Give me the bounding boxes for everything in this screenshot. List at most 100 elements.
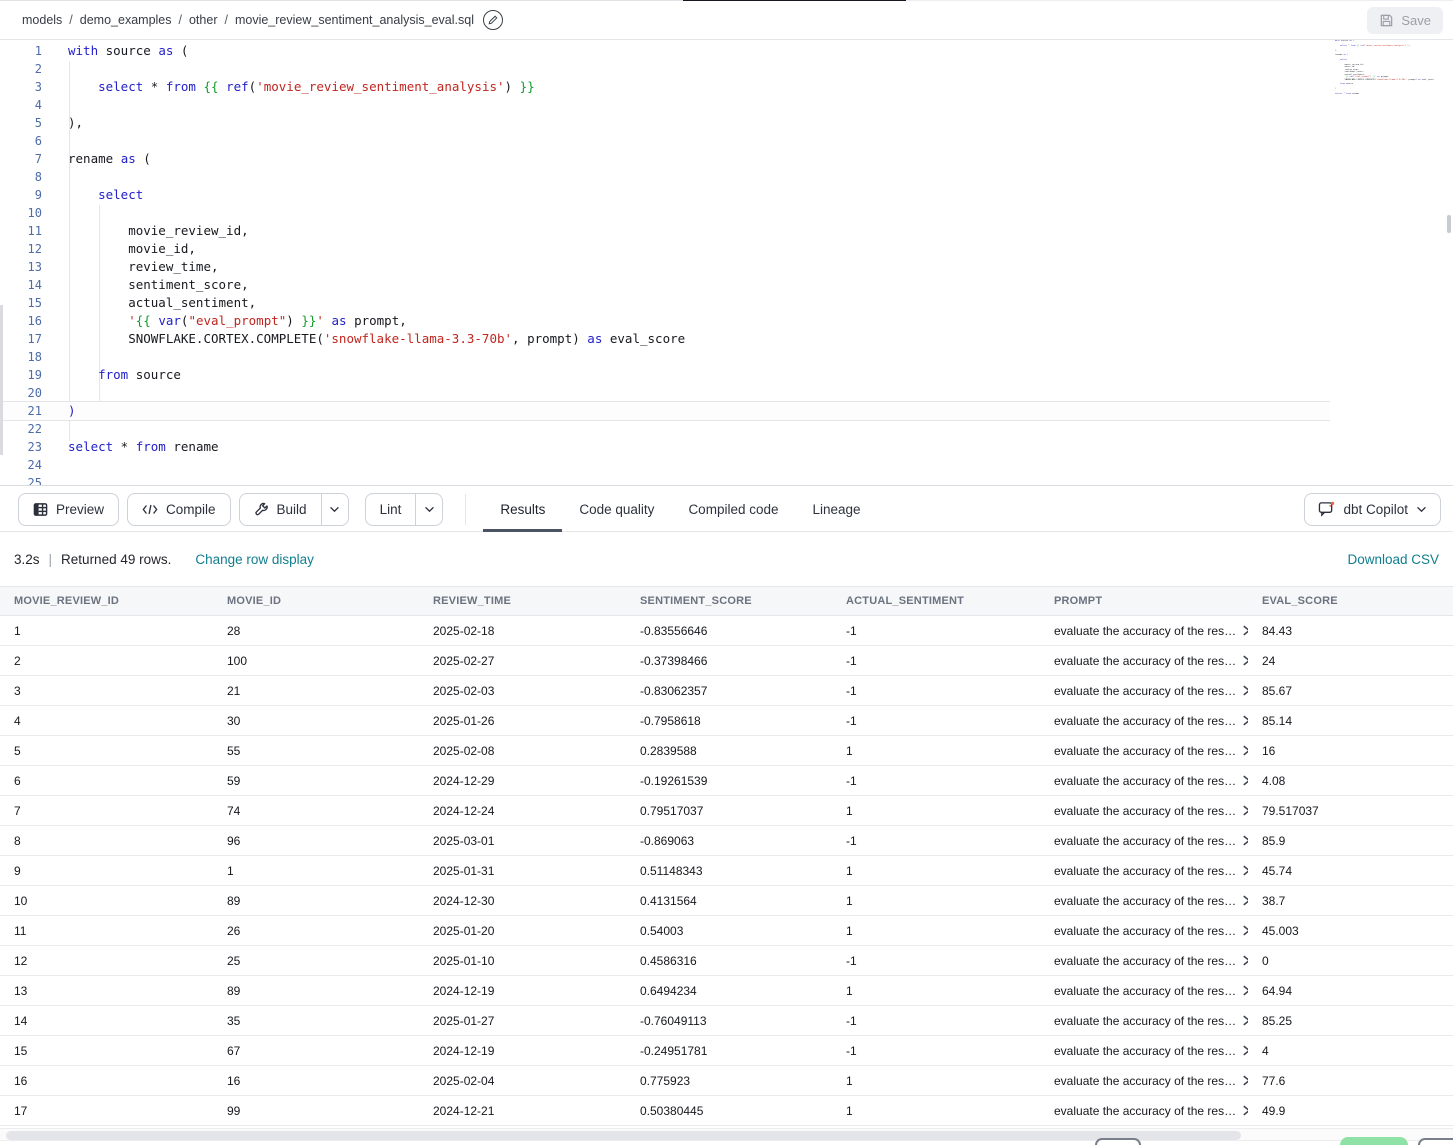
code-text: '{{ var("eval_prompt") }}' as prompt, xyxy=(68,312,407,330)
column-header-eval_score[interactable]: EVAL_SCORE xyxy=(1248,587,1453,615)
build-button[interactable]: Build xyxy=(240,494,321,525)
cell-actual_sentiment: 1 xyxy=(832,1096,1040,1125)
code-line-19[interactable]: 19 from source xyxy=(0,366,1330,384)
edit-pencil-icon[interactable] xyxy=(483,10,503,30)
code-line-17[interactable]: 17 SNOWFLAKE.CORTEX.COMPLETE('snowflake-… xyxy=(0,330,1330,348)
lint-button[interactable]: Lint xyxy=(366,494,416,525)
breadcrumb-separator: / xyxy=(179,13,182,27)
editor-vertical-scrollbar[interactable] xyxy=(1447,215,1451,233)
cell-movie_review_id: 6 xyxy=(0,766,213,795)
preview-button[interactable]: Preview xyxy=(18,493,119,526)
code-line-12[interactable]: 12 movie_id, xyxy=(0,240,1330,258)
sql-code-editor[interactable]: 1with source as (23 select * from {{ ref… xyxy=(0,40,1453,486)
cell-review_time: 2024-12-21 xyxy=(419,1096,626,1125)
column-header-actual_sentiment[interactable]: ACTUAL_SENTIMENT xyxy=(832,587,1040,615)
code-line-13[interactable]: 13 review_time, xyxy=(0,258,1330,276)
breadcrumb-segment[interactable]: demo_examples xyxy=(80,13,172,27)
prompt-preview-text: evaluate the accuracy of the res… xyxy=(1054,1104,1236,1118)
cell-eval_score: 16 xyxy=(1248,736,1453,765)
line-number: 21 xyxy=(0,402,42,420)
code-line-1[interactable]: 1with source as ( xyxy=(0,42,1330,60)
code-line-7[interactable]: 7rename as ( xyxy=(0,150,1330,168)
tab-results[interactable]: Results xyxy=(483,487,562,532)
code-line-16[interactable]: 16 '{{ var("eval_prompt") }}' as prompt, xyxy=(0,312,1330,330)
cell-sentiment_score: -0.37398466 xyxy=(626,646,832,675)
table-row: 10892024-12-300.41315641evaluate the acc… xyxy=(0,886,1453,916)
code-lines[interactable]: 1with source as (23 select * from {{ ref… xyxy=(0,42,1330,486)
scrollbar-thumb[interactable] xyxy=(6,1131,1241,1140)
code-line-23[interactable]: 23select * from rename xyxy=(0,438,1330,456)
cell-prompt: evaluate the accuracy of the res… xyxy=(1040,856,1248,885)
column-header-prompt[interactable]: PROMPT xyxy=(1040,587,1248,615)
code-line-8[interactable]: 8 xyxy=(0,168,1330,186)
change-row-display-link[interactable]: Change row display xyxy=(195,552,314,567)
breadcrumb-segment[interactable]: other xyxy=(189,13,218,27)
cell-movie_id: 55 xyxy=(213,736,419,765)
code-line-4[interactable]: 4 xyxy=(0,96,1330,114)
table-body: 1282025-02-18-0.83556646-1evaluate the a… xyxy=(0,616,1453,1126)
cell-eval_score: 24 xyxy=(1248,646,1453,675)
code-line-21[interactable]: 21) xyxy=(0,402,1330,420)
column-header-sentiment_score[interactable]: SENTIMENT_SCORE xyxy=(626,587,832,615)
build-dropdown-chevron-icon[interactable] xyxy=(321,494,348,525)
cell-eval_score: 85.14 xyxy=(1248,706,1453,735)
cell-movie_review_id: 17 xyxy=(0,1096,213,1125)
column-header-review_time[interactable]: REVIEW_TIME xyxy=(419,587,626,615)
cell-prompt: evaluate the accuracy of the res… xyxy=(1040,826,1248,855)
results-tabs: Results Code quality Compiled code Linea… xyxy=(483,487,877,532)
dbt-copilot-button[interactable]: dbt Copilot xyxy=(1304,493,1441,526)
table-horizontal-scrollbar[interactable] xyxy=(0,1128,1453,1141)
code-brackets-icon xyxy=(142,503,158,516)
tab-compiled-code[interactable]: Compiled code xyxy=(671,487,795,532)
compile-button[interactable]: Compile xyxy=(127,493,231,526)
code-line-25[interactable]: 25 xyxy=(0,474,1330,486)
build-split-button: Build xyxy=(239,493,349,526)
cell-movie_id: 96 xyxy=(213,826,419,855)
breadcrumb-segment[interactable]: movie_review_sentiment_analysis_eval.sql xyxy=(235,13,474,27)
partial-button[interactable] xyxy=(1095,1138,1141,1145)
code-line-15[interactable]: 15 actual_sentiment, xyxy=(0,294,1330,312)
code-line-6[interactable]: 6 xyxy=(0,132,1330,150)
cell-movie_review_id: 11 xyxy=(0,916,213,945)
code-line-5[interactable]: 5), xyxy=(0,114,1330,132)
cell-prompt: evaluate the accuracy of the res… xyxy=(1040,1036,1248,1065)
cell-actual_sentiment: 1 xyxy=(832,886,1040,915)
code-line-11[interactable]: 11 movie_review_id, xyxy=(0,222,1330,240)
column-header-movie_review_id[interactable]: MOVIE_REVIEW_ID xyxy=(0,587,213,615)
partial-button[interactable] xyxy=(1418,1138,1453,1145)
cell-sentiment_score: 0.4131564 xyxy=(626,886,832,915)
code-text: movie_review_id, xyxy=(68,222,249,240)
code-line-9[interactable]: 9 select xyxy=(0,186,1330,204)
lint-dropdown-chevron-icon[interactable] xyxy=(415,494,442,525)
line-number: 18 xyxy=(0,348,42,366)
prompt-preview-text: evaluate the accuracy of the res… xyxy=(1054,984,1236,998)
code-line-22[interactable]: 22 xyxy=(0,420,1330,438)
cell-review_time: 2025-02-04 xyxy=(419,1066,626,1095)
line-number: 4 xyxy=(0,96,42,114)
cell-eval_score: 4.08 xyxy=(1248,766,1453,795)
code-line-3[interactable]: 3 select * from {{ ref('movie_review_sen… xyxy=(0,78,1330,96)
cell-prompt: evaluate the accuracy of the res… xyxy=(1040,706,1248,735)
query-duration: 3.2s xyxy=(14,552,40,567)
prompt-preview-text: evaluate the accuracy of the res… xyxy=(1054,1074,1236,1088)
code-line-14[interactable]: 14 sentiment_score, xyxy=(0,276,1330,294)
cell-eval_score: 64.94 xyxy=(1248,976,1453,1005)
tab-code-quality[interactable]: Code quality xyxy=(562,487,671,532)
code-line-2[interactable]: 2 xyxy=(0,60,1330,78)
download-csv-link[interactable]: Download CSV xyxy=(1347,552,1439,567)
breadcrumb-segment[interactable]: models xyxy=(22,13,62,27)
prompt-preview-text: evaluate the accuracy of the res… xyxy=(1054,1014,1236,1028)
partial-green-button[interactable] xyxy=(1340,1137,1408,1145)
code-line-18[interactable]: 18 xyxy=(0,348,1330,366)
cell-movie_review_id: 4 xyxy=(0,706,213,735)
code-line-24[interactable]: 24 xyxy=(0,456,1330,474)
code-line-10[interactable]: 10 xyxy=(0,204,1330,222)
cell-movie_id: 25 xyxy=(213,946,419,975)
cell-eval_score: 77.6 xyxy=(1248,1066,1453,1095)
column-header-movie_id[interactable]: MOVIE_ID xyxy=(213,587,419,615)
tab-lineage[interactable]: Lineage xyxy=(796,487,878,532)
editor-minimap[interactable]: with source as ( select * from {{ ref('m… xyxy=(1335,40,1447,98)
cell-sentiment_score: 0.79517037 xyxy=(626,796,832,825)
save-button[interactable]: Save xyxy=(1367,7,1443,34)
code-line-20[interactable]: 20 xyxy=(0,384,1330,402)
